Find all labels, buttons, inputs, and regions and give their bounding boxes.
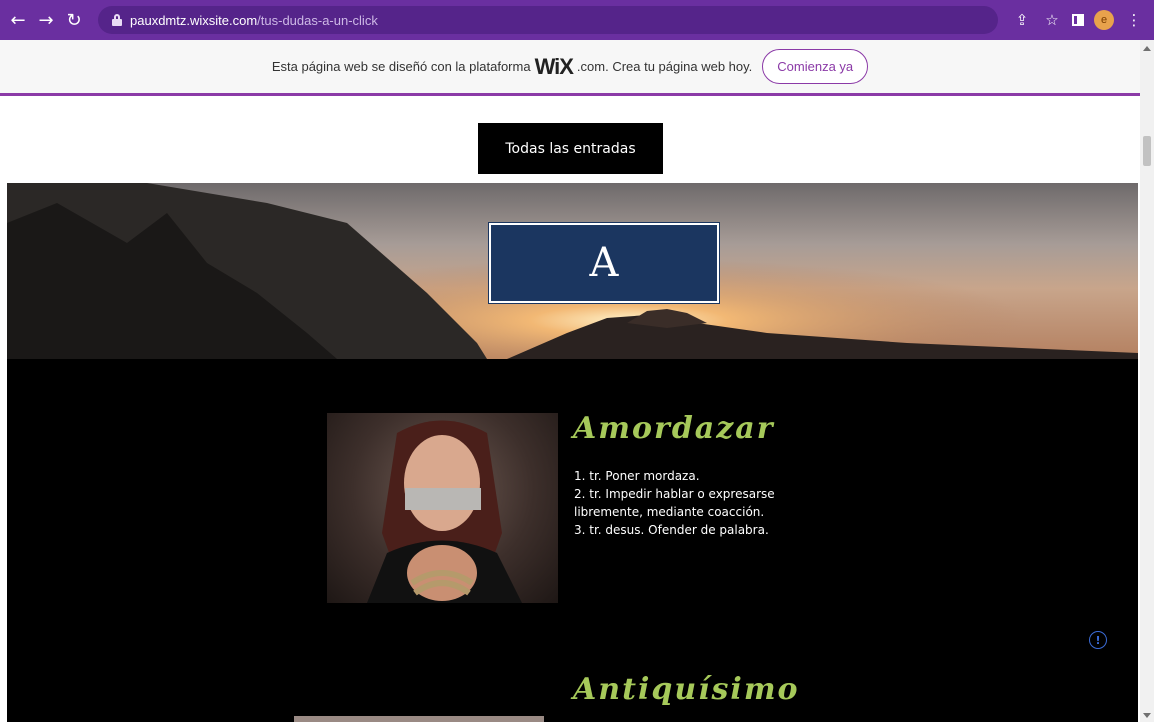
- wix-banner-text: Esta página web se diseñó con la platafo…: [271, 59, 531, 74]
- definition-line: 2. tr. Impedir hablar o expresarse: [574, 487, 775, 501]
- gagged-woman-image: [367, 420, 522, 603]
- start-now-button[interactable]: Comienza ya: [762, 49, 869, 84]
- lock-icon[interactable]: [112, 14, 122, 26]
- profile-avatar[interactable]: e: [1094, 10, 1114, 30]
- all-posts-button[interactable]: Todas las entradas: [478, 123, 663, 174]
- entry-title: Antiquísimo: [573, 672, 800, 707]
- definition-line: 1. tr. Poner mordaza.: [574, 469, 700, 483]
- entry-image-antiquisimo[interactable]: [294, 716, 544, 722]
- glossary-section: Amordazar 1. tr. Poner mordaza. 2. tr. I…: [7, 359, 1138, 722]
- scroll-down-arrow-icon[interactable]: [1143, 713, 1151, 718]
- url-host: pauxdmtz.wixsite.com: [130, 12, 258, 28]
- reload-icon[interactable]: ↻: [60, 6, 88, 34]
- entry-definitions: 1. tr. Poner mordaza. 2. tr. Impedir hab…: [574, 467, 794, 539]
- scroll-up-arrow-icon[interactable]: [1143, 46, 1151, 51]
- star-icon[interactable]: ☆: [1042, 11, 1062, 29]
- entry-title: Amordazar: [573, 411, 775, 446]
- wix-promo-banner: Esta página web se diseñó con la platafo…: [0, 40, 1140, 96]
- back-arrow-icon[interactable]: ←: [4, 6, 32, 34]
- side-panel-icon[interactable]: [1072, 14, 1084, 26]
- share-icon[interactable]: ⇪: [1012, 11, 1032, 29]
- entry-image-amordazar[interactable]: [327, 413, 558, 603]
- definition-line: 3. tr. desus. Ofender de palabra.: [574, 523, 769, 537]
- browser-toolbar: ← → ↻ pauxdmtz.wixsite.com/tus-dudas-a-u…: [0, 0, 1154, 40]
- letter-heading: A: [488, 222, 720, 304]
- wix-logo[interactable]: WiX: [535, 54, 574, 80]
- hero-banner: A: [7, 183, 1138, 359]
- page-content: Todas las entradas A Amordazar 1. tr. Po…: [0, 96, 1140, 722]
- forward-arrow-icon[interactable]: →: [32, 6, 60, 34]
- menu-dots-icon[interactable]: ⋮: [1124, 11, 1144, 29]
- definition-line: libremente, mediante coacción.: [574, 505, 765, 519]
- address-bar[interactable]: pauxdmtz.wixsite.com/tus-dudas-a-un-clic…: [98, 6, 998, 34]
- page-scrollbar[interactable]: [1140, 40, 1154, 722]
- info-icon[interactable]: !: [1089, 631, 1107, 649]
- wix-banner-text-after: .com. Crea tu página web hoy.: [576, 59, 753, 74]
- scroll-thumb[interactable]: [1143, 136, 1151, 166]
- url-path: /tus-dudas-a-un-click: [257, 12, 378, 28]
